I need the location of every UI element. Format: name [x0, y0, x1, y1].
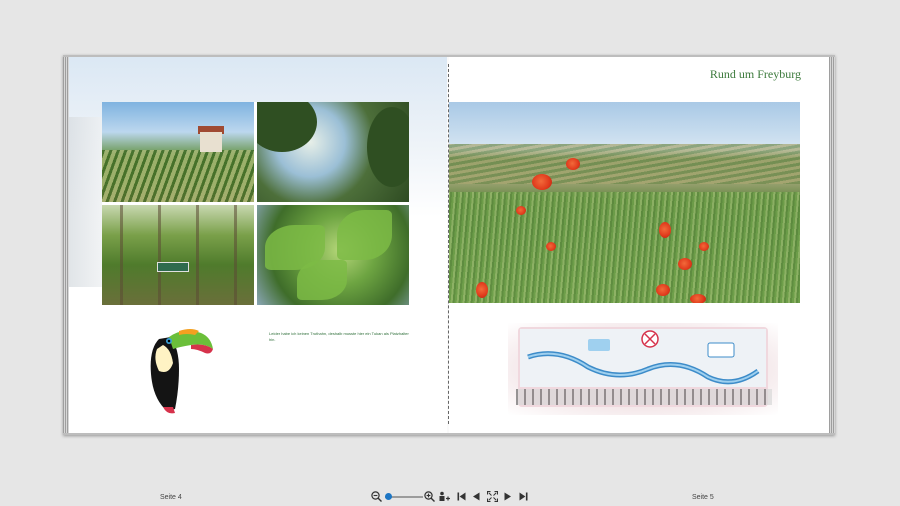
last-page-button[interactable]: [517, 490, 529, 502]
page-fold-guide: [448, 64, 449, 424]
poppy-flower: [566, 158, 580, 170]
vineyard-rows-photo[interactable]: [102, 205, 254, 305]
vineyard-sign: [157, 262, 189, 272]
vineyard-hill-photo[interactable]: [102, 102, 254, 202]
poppy-flower: [546, 242, 556, 251]
poppy-flower: [699, 242, 709, 251]
river-map-image[interactable]: [508, 323, 778, 415]
vine-leaf: [337, 210, 392, 260]
poppy-flower: [659, 222, 671, 238]
last-page-icon: [519, 492, 527, 500]
vine-posts: [102, 205, 254, 305]
next-page-button[interactable]: [502, 490, 514, 502]
vineyard-rows: [102, 150, 254, 202]
zoom-slider-handle[interactable]: [385, 493, 393, 500]
left-page[interactable]: Leider habe ich keinen Truthahn, deshalb…: [69, 57, 447, 433]
zoom-out-icon: [370, 490, 382, 502]
previous-page-button[interactable]: [470, 490, 482, 502]
zoom-in-button[interactable]: [423, 490, 435, 502]
tree-landscape-photo[interactable]: [257, 102, 409, 202]
next-page-icon: [504, 492, 511, 500]
right-page[interactable]: Rund um Freyburg: [449, 57, 829, 433]
poppy-flower: [690, 294, 706, 303]
book-page-edges-right: [829, 57, 835, 433]
fit-to-screen-icon: [486, 490, 498, 502]
fence: [516, 389, 772, 405]
add-page-button[interactable]: [438, 490, 450, 502]
vineyard-house: [200, 132, 222, 152]
tree-canopy: [367, 107, 409, 187]
photo-book-spread: Leider habe ich keinen Truthahn, deshalb…: [63, 55, 835, 435]
page-title[interactable]: Rund um Freyburg: [710, 67, 801, 82]
placeholder-caption[interactable]: Leider habe ich keinen Truthahn, deshalb…: [269, 331, 409, 343]
grass-field: [449, 192, 800, 303]
vine-leaves-photo[interactable]: [257, 205, 409, 305]
poppy-flower: [678, 258, 692, 270]
add-page-icon: [439, 491, 450, 501]
zoom-in-icon: [423, 490, 435, 502]
first-page-button[interactable]: [455, 490, 467, 502]
tree-canopy: [257, 102, 317, 152]
zoom-out-button[interactable]: [370, 490, 382, 502]
toucan-image[interactable]: [139, 319, 215, 415]
poppy-flower: [532, 174, 552, 190]
poppy-flower: [656, 284, 670, 296]
previous-page-icon: [473, 492, 480, 500]
left-page-number: Seite 4: [160, 494, 182, 501]
poppy-field-photo[interactable]: [449, 102, 800, 303]
poppy-flower: [516, 206, 526, 215]
photo-collage: [102, 102, 409, 305]
vine-leaf: [297, 260, 347, 300]
vineyard-terraces: [449, 144, 800, 184]
right-page-number: Seite 5: [692, 494, 714, 501]
first-page-icon: [457, 492, 465, 500]
fit-to-screen-button[interactable]: [486, 490, 498, 502]
poppy-flower: [476, 282, 488, 298]
